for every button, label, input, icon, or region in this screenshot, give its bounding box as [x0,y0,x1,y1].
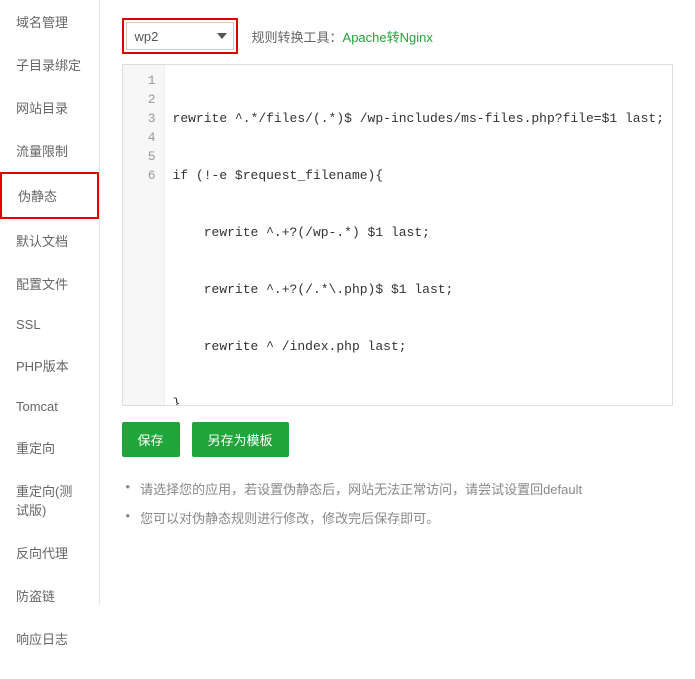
bullet-icon: • [126,508,131,527]
code-content[interactable]: rewrite ^.*/files/(.*)$ /wp-includes/ms-… [165,65,672,405]
sidebar-item-config[interactable]: 配置文件 [0,262,99,305]
tool-label: 规则转换工具： [252,27,343,46]
toolbar: wp2 规则转换工具： Apache转Nginx [122,18,673,54]
note-item: • 您可以对伪静态规则进行修改，修改完后保存即可。 [126,508,673,527]
code-line: rewrite ^.+?(/wp-.*) $1 last; [173,223,664,242]
sidebar-item-redirect-beta[interactable]: 重定向(测试版) [0,469,99,531]
template-select[interactable]: wp2 [126,22,234,50]
sidebar-item-response-log[interactable]: 响应日志 [0,617,99,660]
sidebar-item-sitedir[interactable]: 网站目录 [0,86,99,129]
sidebar-item-tomcat[interactable]: Tomcat [0,387,99,426]
bullet-icon: • [126,479,131,498]
code-line: } [173,394,664,405]
sidebar-item-proxy[interactable]: 反向代理 [0,531,99,574]
code-line: rewrite ^.*/files/(.*)$ /wp-includes/ms-… [173,109,664,128]
sidebar-item-rewrite[interactable]: 伪静态 [0,172,99,219]
notes: • 请选择您的应用，若设置伪静态后，网站无法正常访问，请尝试设置回default… [122,479,673,527]
note-text: 请选择您的应用，若设置伪静态后，网站无法正常访问，请尝试设置回default [140,479,582,498]
template-select-highlight: wp2 [122,18,238,54]
sidebar-item-traffic[interactable]: 流量限制 [0,129,99,172]
code-line: rewrite ^.+?(/.*\.php)$ $1 last; [173,280,664,299]
chevron-down-icon [217,33,227,39]
code-line: rewrite ^ /index.php last; [173,337,664,356]
template-select-value: wp2 [135,29,159,44]
code-line: if (!-e $request_filename){ [173,166,664,185]
line-gutter: 123456 [123,65,165,405]
sidebar: 域名管理 子目录绑定 网站目录 流量限制 伪静态 默认文档 配置文件 SSL P… [0,0,100,605]
sidebar-item-domain[interactable]: 域名管理 [0,0,99,43]
code-editor[interactable]: 123456 rewrite ^.*/files/(.*)$ /wp-inclu… [122,64,673,406]
sidebar-item-subdir[interactable]: 子目录绑定 [0,43,99,86]
sidebar-item-php[interactable]: PHP版本 [0,344,99,387]
apache-to-nginx-link[interactable]: Apache转Nginx [343,27,433,46]
main-panel: wp2 规则转换工具： Apache转Nginx 123456 rewrite … [100,0,695,605]
sidebar-item-default-doc[interactable]: 默认文档 [0,219,99,262]
sidebar-item-ssl[interactable]: SSL [0,305,99,344]
note-item: • 请选择您的应用，若设置伪静态后，网站无法正常访问，请尝试设置回default [126,479,673,498]
save-as-template-button[interactable]: 另存为模板 [192,422,289,457]
sidebar-item-hotlink[interactable]: 防盗链 [0,574,99,617]
button-row: 保存 另存为模板 [122,422,673,457]
sidebar-item-redirect[interactable]: 重定向 [0,426,99,469]
save-button[interactable]: 保存 [122,422,180,457]
note-text: 您可以对伪静态规则进行修改，修改完后保存即可。 [140,508,439,527]
